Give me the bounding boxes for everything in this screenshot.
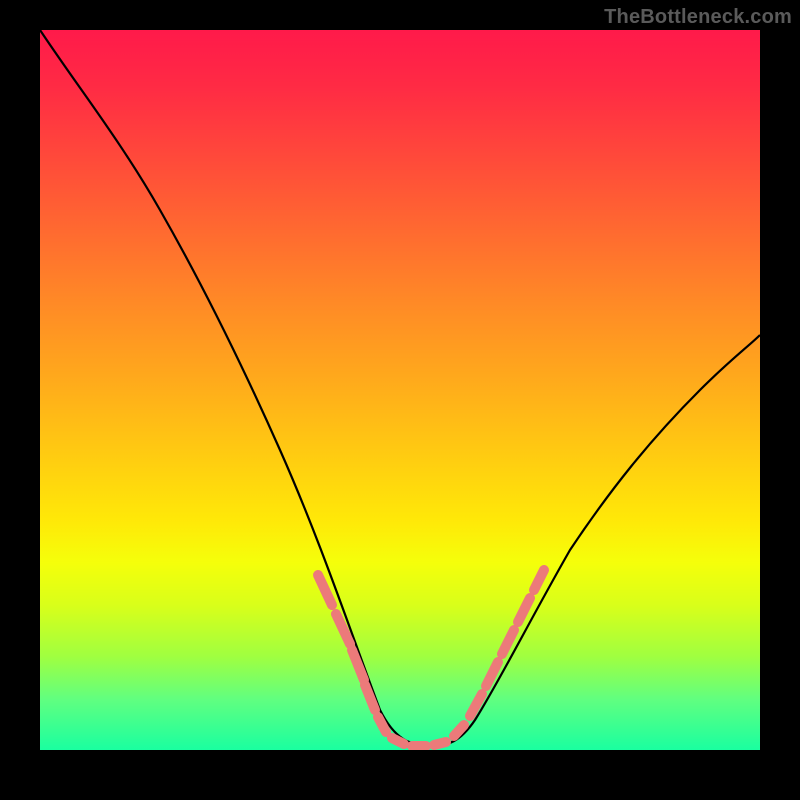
plot-area: [40, 30, 760, 750]
chart-container: TheBottleneck.com: [0, 0, 800, 800]
curve-path: [40, 30, 760, 746]
chart-svg: [40, 30, 760, 750]
bottleneck-curve: [40, 30, 760, 746]
watermark: TheBottleneck.com: [604, 6, 792, 29]
